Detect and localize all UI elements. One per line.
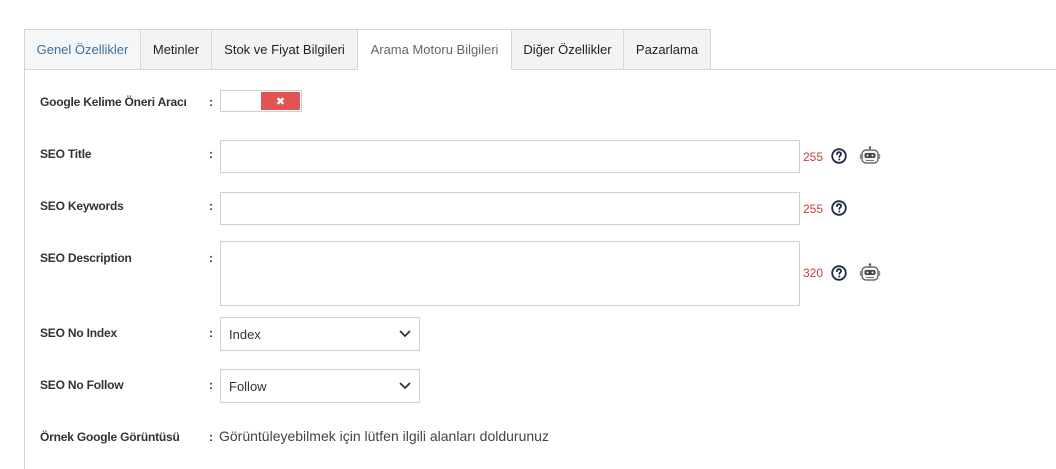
help-icon[interactable]	[831, 265, 847, 281]
select-value: Follow	[229, 378, 267, 394]
tab-arama-motoru[interactable]: Arama Motoru Bilgileri	[358, 29, 512, 70]
keyword-tool-toggle[interactable]: ✖	[220, 90, 302, 112]
google-preview-label: Örnek Google Görüntüsü	[40, 430, 180, 444]
tab-label: Genel Özellikler	[36, 42, 129, 57]
colon: :	[209, 326, 213, 340]
seo-title-label: SEO Title	[40, 147, 92, 161]
colon: :	[209, 251, 213, 265]
seo-keywords-label: SEO Keywords	[40, 199, 124, 213]
seo-title-counter: 255	[803, 150, 824, 164]
colon: :	[209, 199, 213, 213]
close-icon: ✖	[261, 92, 300, 110]
colon: :	[209, 95, 213, 109]
keyword-tool-label: Google Kelime Öneri Aracı	[40, 95, 187, 109]
seo-description-label: SEO Description	[40, 251, 132, 265]
seo-title-input[interactable]	[220, 140, 800, 173]
panel-border	[24, 69, 25, 469]
colon: :	[209, 378, 213, 392]
tab-diger-ozellikler[interactable]: Diğer Özellikler	[512, 29, 624, 70]
help-icon[interactable]	[831, 148, 847, 164]
tab-label: Metinler	[152, 42, 200, 57]
tab-genel-ozellikler[interactable]: Genel Özellikler	[24, 29, 141, 70]
seo-no-index-label: SEO No Index	[40, 326, 117, 340]
tab-label: Stok ve Fiyat Bilgileri	[224, 42, 345, 57]
seo-description-input[interactable]	[220, 241, 800, 306]
tab-pazarlama[interactable]: Pazarlama	[624, 29, 711, 70]
google-preview-message: Görüntüleyebilmek için lütfen ilgili ala…	[219, 428, 549, 444]
tab-label: Arama Motoru Bilgileri	[370, 42, 499, 57]
colon: :	[209, 430, 213, 444]
seo-no-follow-label: SEO No Follow	[40, 378, 124, 392]
seo-keywords-input[interactable]	[220, 192, 800, 225]
tab-divider	[711, 69, 1056, 70]
tab-label: Diğer Özellikler	[523, 42, 612, 57]
robot-icon[interactable]	[859, 263, 881, 283]
seo-no-index-select[interactable]: Index	[220, 317, 420, 351]
help-icon[interactable]	[831, 200, 847, 216]
seo-description-counter: 320	[803, 266, 824, 280]
chevron-down-icon	[399, 382, 411, 389]
tab-stok-ve-fiyat[interactable]: Stok ve Fiyat Bilgileri	[212, 29, 358, 70]
tab-bar: Genel Özellikler Metinler Stok ve Fiyat …	[24, 29, 711, 70]
tab-label: Pazarlama	[635, 42, 699, 57]
select-value: Index	[229, 326, 261, 342]
robot-icon[interactable]	[859, 146, 881, 166]
seo-no-follow-select[interactable]: Follow	[220, 369, 420, 403]
chevron-down-icon	[399, 330, 411, 337]
seo-keywords-counter: 255	[803, 202, 824, 216]
colon: :	[209, 147, 213, 161]
tab-metinler[interactable]: Metinler	[141, 29, 212, 70]
